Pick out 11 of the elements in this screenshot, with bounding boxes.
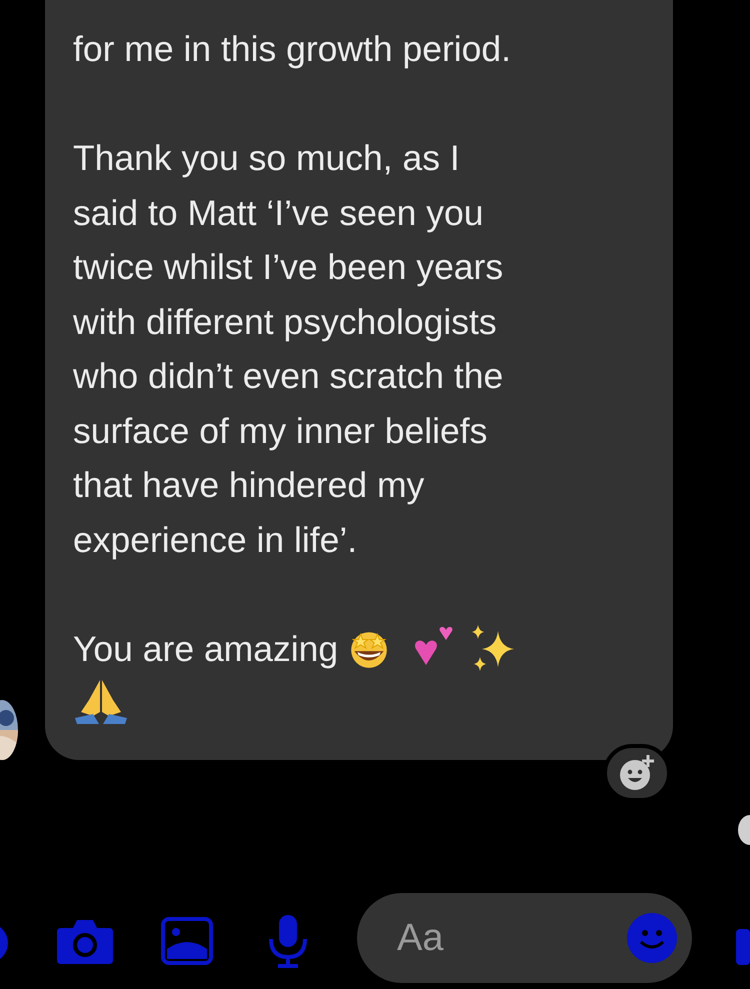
camera-icon[interactable] <box>57 918 113 964</box>
gallery-icon[interactable] <box>161 917 213 965</box>
smiley-icon[interactable] <box>626 912 678 964</box>
praying-hands-icon <box>73 678 129 726</box>
message-text: You are amazing <box>73 628 338 670</box>
message-text: for me in this growth period. <box>73 28 512 71</box>
microphone-icon[interactable] <box>268 915 308 969</box>
message-composer[interactable]: Aa <box>357 893 692 983</box>
smiley-plus-icon <box>618 754 656 792</box>
message-text: Thank you so much, as I said to Matt ‘I’ve seen you twice whilst I’ve been years with different psychologists who didn’t even scratch the surface of my inner beliefs that have hindered my experience in life’. <box>73 137 504 562</box>
message-input-field[interactable]: Aa <box>395 916 626 960</box>
